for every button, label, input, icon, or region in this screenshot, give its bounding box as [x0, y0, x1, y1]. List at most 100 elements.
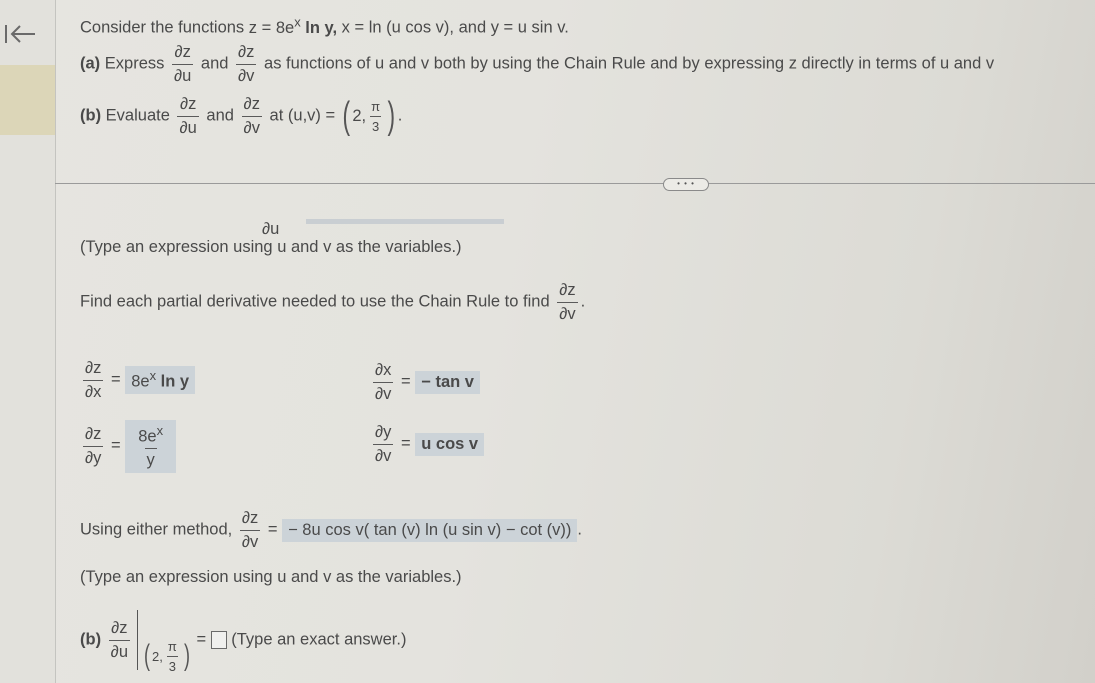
- fraction-numerator: ∂z: [238, 43, 255, 61]
- fraction-numerator: ∂z: [241, 509, 259, 527]
- evaluation-bar: [137, 610, 139, 670]
- expand-more-button[interactable]: • • •: [663, 178, 709, 191]
- right-paren: ): [387, 95, 396, 137]
- dz-du-fraction: ∂z ∂u: [171, 43, 194, 85]
- hint-expression-1: (Type an expression using u and v as the…: [80, 238, 462, 256]
- right-paren: ): [183, 639, 190, 672]
- part-b-evaluation-row: (b) ∂z ∂u ( 2, π3 ) = (Type an exact answ…: [80, 610, 407, 673]
- express-text: Express: [104, 54, 165, 73]
- dzdy-fraction: ∂z ∂y: [83, 425, 104, 467]
- answer-exp: x: [156, 423, 164, 438]
- fraction-denominator: ∂v: [373, 443, 394, 465]
- fraction-denominator: ∂y: [83, 445, 104, 467]
- collapse-sidebar-button[interactable]: [3, 22, 37, 46]
- dz-dv-fraction: ∂z ∂v: [236, 43, 257, 85]
- answer-rest: ln y: [156, 372, 190, 391]
- either-method-label: Using either method,: [80, 520, 233, 539]
- either-method-row: Using either method, ∂z ∂v = − 8u cos v( …: [80, 510, 582, 550]
- problem-intro: Consider the functions z = 8ex ln y, x =…: [80, 14, 569, 38]
- dzdx-answer-field[interactable]: 8ex ln y: [125, 366, 196, 394]
- dz-dv-fraction: ∂z ∂v: [557, 281, 578, 323]
- equals-sign: =: [111, 436, 121, 455]
- fraction-denominator: ∂u: [108, 639, 131, 661]
- dzdv-fraction: ∂z ∂v: [239, 509, 261, 550]
- evaluate-text: Evaluate: [105, 106, 170, 125]
- equals-sign: =: [196, 630, 207, 649]
- intro-text: Consider the functions: [80, 18, 245, 37]
- ellipsis-icon: • • •: [677, 179, 695, 188]
- dydv-row: ∂y ∂v = u cos v: [370, 423, 485, 465]
- left-paren: (: [342, 95, 350, 137]
- period: .: [577, 520, 582, 539]
- part-a-statement: (a) Express ∂z ∂u and ∂z ∂v as functions o…: [80, 44, 994, 84]
- dzdv-answer-field[interactable]: − 8u cos v( tan (v) ln (u sin v) − cot (…: [282, 518, 578, 542]
- point-uv: ( 2, π3 ): [340, 97, 398, 135]
- sidebar-highlight: [0, 65, 55, 135]
- equals-sign: =: [111, 370, 121, 389]
- hint-expression-2: (Type an expression using u and v as the…: [80, 568, 462, 586]
- dxdv-row: ∂x ∂v = − tan v: [370, 362, 480, 402]
- equals-sign: =: [401, 372, 411, 391]
- period: .: [397, 106, 403, 125]
- part-b-label: (b): [80, 106, 102, 125]
- answer-fraction: 8ex y: [136, 424, 165, 469]
- and-text: and: [200, 54, 229, 73]
- fraction-numerator: 8ex: [136, 424, 165, 448]
- dxdv-answer-field[interactable]: − tan v: [415, 370, 480, 394]
- fraction-denominator: ∂v: [236, 63, 257, 85]
- fraction-numerator: ∂z: [111, 619, 128, 637]
- fraction-numerator: ∂z: [174, 43, 191, 61]
- dzdx-row: ∂z ∂x = 8ex ln y: [80, 359, 196, 400]
- period: .: [580, 292, 586, 311]
- exact-answer-hint: (Type an exact answer.): [231, 630, 407, 649]
- fraction-denominator: y: [144, 448, 157, 469]
- point-u: 2,: [352, 106, 367, 125]
- fraction-denominator: ∂u: [177, 115, 199, 137]
- fraction-denominator: ∂v: [557, 301, 578, 323]
- z-definition: z = 8ex ln y,: [249, 14, 338, 37]
- dz-du-fraction: ∂z ∂u: [177, 95, 199, 137]
- section-divider: [55, 183, 1095, 184]
- answer-text: u cos v: [421, 434, 479, 453]
- z-rest: ln y,: [300, 18, 338, 37]
- evaluation-point: ( 2, π3 ): [142, 640, 192, 673]
- dzdy-answer-field[interactable]: 8ex y: [125, 420, 177, 473]
- fraction-numerator: ∂z: [559, 281, 576, 299]
- pi-over-3: π3: [369, 100, 382, 133]
- fraction-numerator: ∂z: [85, 425, 102, 444]
- fraction-denominator: 3: [370, 115, 382, 133]
- part-a-rest: as functions of u and v both by using th…: [264, 54, 995, 73]
- dydv-answer-field[interactable]: u cos v: [415, 432, 485, 456]
- fraction-denominator: 3: [166, 655, 178, 673]
- equals-sign: =: [401, 434, 411, 453]
- answer-field-remnant: [306, 219, 504, 224]
- at-text: at (u,v) =: [269, 106, 336, 125]
- dzdu-answer-input[interactable]: [210, 631, 227, 649]
- pi-over-3: π3: [166, 640, 179, 673]
- dxdv-fraction: ∂x ∂v: [373, 361, 394, 402]
- dzdx-fraction: ∂z ∂x: [83, 359, 104, 400]
- fraction-numerator: π: [167, 638, 177, 654]
- point-u: 2,: [152, 648, 163, 664]
- x-definition: x = ln (u cos v),: [341, 18, 454, 37]
- fraction-numerator: ∂z: [85, 359, 102, 377]
- fraction-numerator: ∂z: [243, 95, 260, 113]
- fraction-numerator: ∂y: [375, 423, 392, 441]
- and-text: and: [206, 106, 234, 125]
- dzdy-row: ∂z ∂y = 8ex y: [80, 420, 177, 473]
- dzdu-fraction: ∂z ∂u: [108, 619, 131, 661]
- fraction-denominator: ∂u: [171, 63, 194, 85]
- answer-base: 8e: [138, 427, 157, 446]
- dz-dv-fraction: ∂z ∂v: [241, 95, 262, 137]
- part-a-label: (a): [80, 54, 101, 73]
- part-b-statement: (b) Evaluate ∂z ∂u and ∂z ∂v at (u,v) = ( …: [80, 96, 402, 136]
- fraction-denominator: ∂v: [241, 115, 262, 137]
- find-text: Find each partial derivative needed to u…: [80, 292, 550, 311]
- dydv-fraction: ∂y ∂v: [373, 423, 394, 465]
- fraction-numerator: ∂z: [179, 95, 197, 113]
- fraction-numerator: π: [371, 98, 381, 114]
- fraction-numerator: ∂x: [375, 361, 392, 379]
- and-text: and: [458, 18, 487, 37]
- partial-du-remnant: ∂u: [262, 220, 280, 238]
- part-b-label: (b): [80, 630, 102, 649]
